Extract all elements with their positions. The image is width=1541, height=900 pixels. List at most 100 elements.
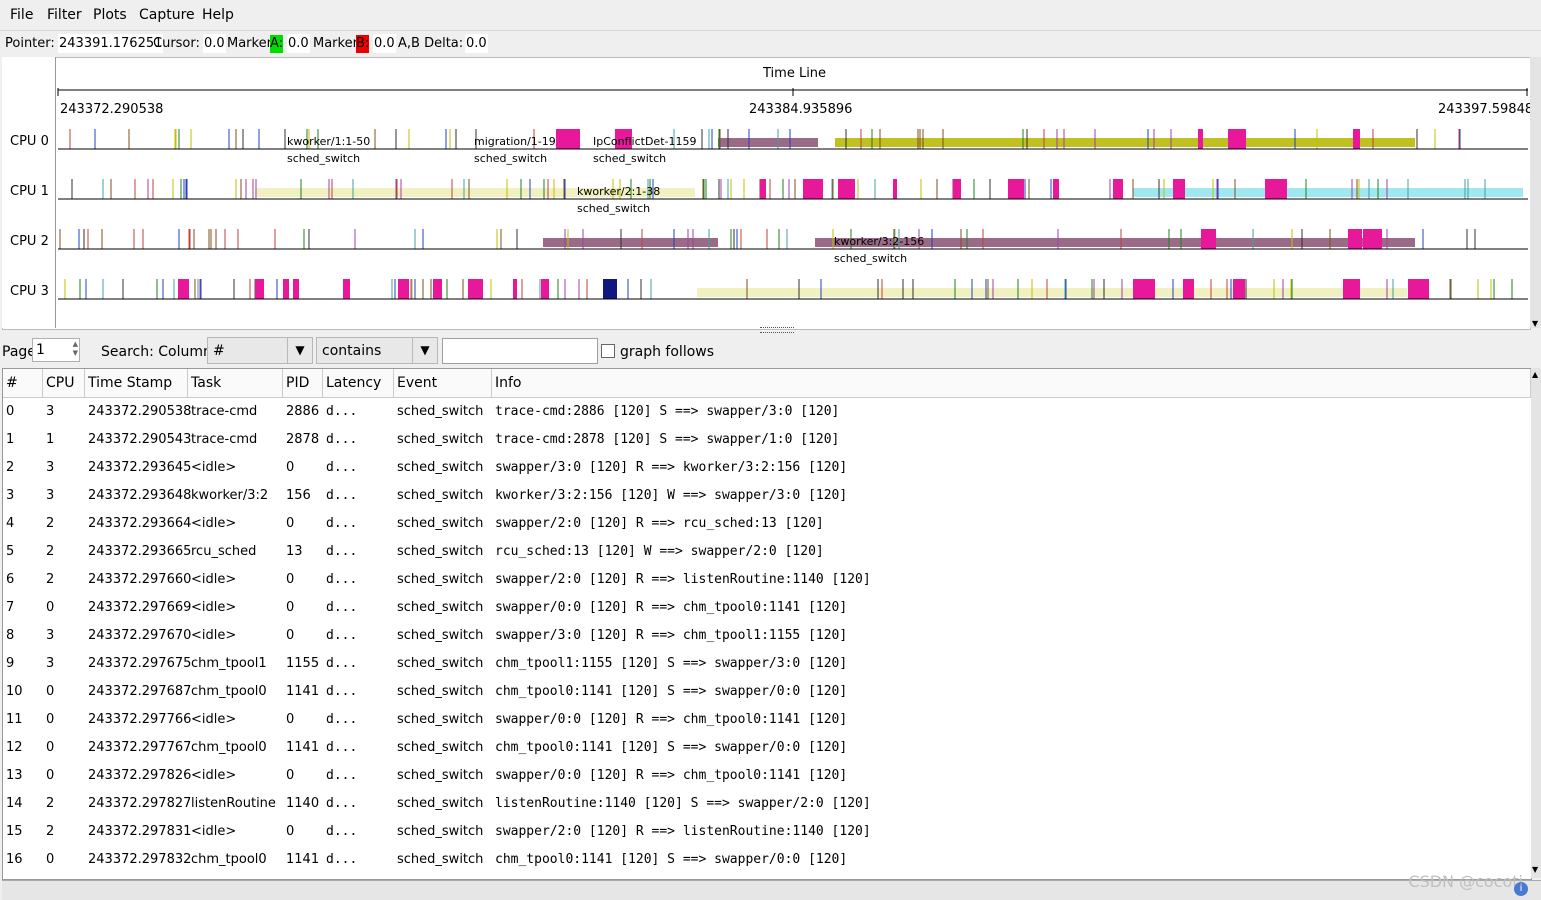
table-row[interactable]: 16 0 243372.297832 chm_tpool0 1141 d... sched_… [3,846,1531,874]
task-block[interactable] [1408,279,1429,299]
cell-cpu: 3 [46,460,55,475]
task-block[interactable] [838,179,855,199]
cell-pid: 1140 [286,796,320,811]
graph-scrollbar[interactable]: ▼ [1530,57,1541,328]
cpu2-task-label: kworker/3:2-156 [834,235,925,248]
task-block[interactable] [513,279,517,299]
task-block[interactable] [541,279,549,299]
task-block[interactable] [1343,279,1360,299]
task-block[interactable] [1228,129,1246,149]
header-col-cpu[interactable]: CPU [43,369,85,397]
table-row[interactable]: 10 0 243372.297687 chm_tpool0 1141 d... sched_… [3,678,1531,706]
task-block[interactable] [1348,229,1362,249]
table-row[interactable]: 11 0 243372.297766 <idle> 0 d... sched_switch s… [3,706,1531,734]
header-col-event[interactable]: Event [394,369,492,397]
cell-index: 1 [6,432,15,447]
cell-task: chm_tpool0 [191,852,267,867]
table-row[interactable]: 5 2 243372.293665 rcu_sched 13 d... sched_swit… [3,538,1531,566]
task-block[interactable] [1353,129,1360,149]
table-row[interactable]: 12 0 243372.297767 chm_tpool0 1141 d... sched_… [3,734,1531,762]
search-column-label: Search: Column: [101,344,217,360]
table-row[interactable]: 15 2 243372.297831 <idle> 0 d... sched_switch s… [3,818,1531,846]
table-row[interactable]: 2 3 243372.293645 <idle> 0 d... sched_switch sw… [3,454,1531,482]
header-col-index[interactable]: # [3,369,43,397]
idle-block[interactable] [697,288,1407,297]
task-block[interactable] [255,279,264,299]
task-block[interactable] [433,279,442,299]
task-block[interactable] [953,179,961,199]
marker-a-swatch[interactable]: A: [270,35,284,53]
header-col-info[interactable]: Info [492,369,1531,397]
task-block[interactable] [1053,179,1059,199]
pointer-bar: Pointer: 243391.176251 Cursor: 0.0 Marke… [0,31,1541,57]
events-table[interactable]: # CPU Time Stamp Task PID Latency Event Info 0 3… [2,368,1532,880]
task-block[interactable] [1173,179,1185,199]
table-row[interactable]: 9 3 243372.297675 chm_tpool1 1155 d... sched_s… [3,650,1531,678]
scroll-down-icon[interactable]: ▼ [1532,865,1538,874]
task-block[interactable] [398,279,409,299]
cell-index: 5 [6,544,15,559]
task-block[interactable] [1233,279,1245,299]
header-col-timestamp[interactable]: Time Stamp [85,369,188,397]
table-row[interactable]: 13 0 243372.297826 <idle> 0 d... sched_switch s… [3,762,1531,790]
table-row[interactable]: 1 1 243372.290543 trace-cmd 2878 d... sched_sw… [3,426,1531,454]
graph-follows-checkbox[interactable] [601,344,615,358]
header-col-pid[interactable]: PID [283,369,323,397]
task-block[interactable] [893,179,897,199]
table-scrollbar[interactable]: ▲ ▼ [1531,368,1541,878]
match-select[interactable]: contains ▼ [316,337,438,364]
cell-cpu: 0 [46,600,55,615]
task-block[interactable] [835,138,1415,147]
cell-info: chm_tpool0:1141 [120] S ==> swapper/0:0 … [495,684,848,699]
task-block[interactable] [718,138,818,147]
table-row[interactable]: 7 0 243372.297669 <idle> 0 d... sched_switch sw… [3,594,1531,622]
task-block[interactable] [1113,179,1123,199]
column-select[interactable]: # ▼ [207,337,313,364]
menu-plots[interactable]: Plots [93,7,127,23]
timeline-graph[interactable]: Time Line 243372.290538 243384.935896 24… [2,57,1541,330]
task-block[interactable] [566,129,580,149]
task-block[interactable] [1183,279,1194,299]
task-block[interactable] [293,279,299,299]
task-block[interactable] [1265,179,1287,199]
scroll-down-icon[interactable]: ▼ [1532,319,1538,328]
spin-arrows-icon[interactable]: ▲ ▼ [73,340,78,358]
task-block[interactable] [1198,129,1203,149]
table-row[interactable]: 0 3 243372.290538 trace-cmd 2886 d... sched_sw… [3,398,1531,426]
info-icon[interactable]: i [1514,882,1528,896]
menu-help[interactable]: Help [202,7,234,23]
header-col-task[interactable]: Task [188,369,283,397]
table-row[interactable]: 6 2 243372.297660 <idle> 0 d... sched_switch sw… [3,566,1531,594]
table-row[interactable]: 8 3 243372.297670 <idle> 0 d... sched_switch sw… [3,622,1531,650]
task-block[interactable] [803,179,823,199]
task-block[interactable] [343,279,350,299]
table-row[interactable]: 14 2 243372.297827 listenRoutine 1140 d... sch… [3,790,1531,818]
menu-capture[interactable]: Capture [139,7,195,23]
menu-filter[interactable]: Filter [47,7,82,23]
task-block[interactable] [1363,229,1382,249]
marker-b-label: Marker [313,36,358,51]
search-input[interactable] [442,338,598,364]
table-row[interactable]: 3 3 243372.293648 kworker/3:2 156 d... sched_s… [3,482,1531,510]
task-block[interactable] [283,279,289,299]
cell-task: trace-cmd [191,432,258,447]
marker-b-swatch[interactable]: B: [356,35,370,53]
task-block[interactable] [543,238,718,247]
cell-info: swapper/0:0 [120] R ==> chm_tpool0:1141 … [495,600,848,615]
task-block[interactable] [1201,229,1216,249]
task-block[interactable] [178,279,189,299]
table-row[interactable]: 4 2 243372.293664 <idle> 0 d... sched_switch sw… [3,510,1531,538]
page-label: Page [2,344,36,360]
task-block[interactable] [603,279,617,299]
task-block[interactable] [1133,279,1155,299]
task-block[interactable] [760,179,766,199]
task-block[interactable] [468,279,483,299]
page-spinbox[interactable]: 1 ▲ ▼ [32,338,80,362]
cell-pid: 0 [286,572,295,587]
task-block[interactable] [1008,179,1024,199]
menu-file[interactable]: File [10,7,33,23]
timeline-canvas[interactable] [3,58,1530,329]
scroll-up-icon[interactable]: ▲ [1532,370,1538,379]
header-col-latency[interactable]: Latency [323,369,394,397]
cell-cpu: 3 [46,404,55,419]
